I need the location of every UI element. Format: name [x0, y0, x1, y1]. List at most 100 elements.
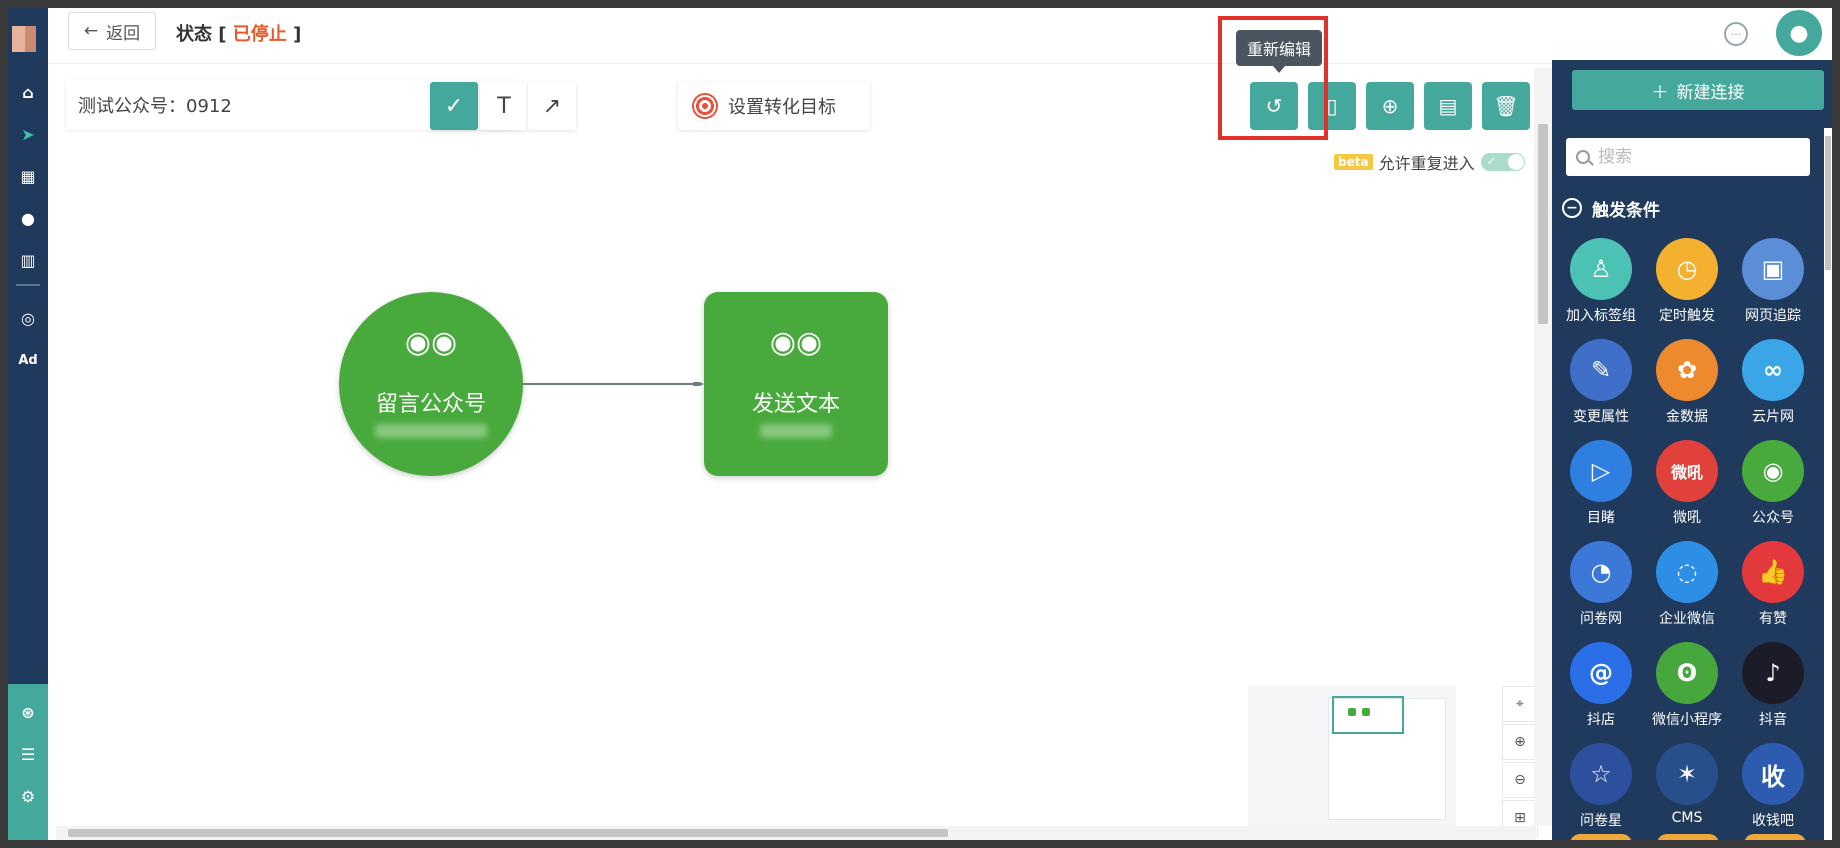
search-input[interactable]: [1598, 147, 1788, 167]
flow-node-action[interactable]: ◉◉ 发送文本: [704, 292, 888, 476]
trigger-label: 问卷星: [1580, 813, 1622, 829]
locate-icon[interactable]: ⌖: [1502, 686, 1538, 722]
clock-icon: ◷: [1656, 238, 1718, 300]
chat-icon[interactable]: ···: [1724, 22, 1748, 46]
trigger-item[interactable]: ◷ 定时触发: [1644, 238, 1730, 325]
user-icon[interactable]: ●: [14, 204, 42, 232]
trigger-item[interactable]: ▷ 目睹: [1558, 440, 1644, 527]
section-trigger-conditions[interactable]: − 触发条件: [1552, 188, 1824, 228]
next-row-partial: [1558, 834, 1818, 840]
trigger-label: 定时触发: [1659, 308, 1715, 324]
confirm-button[interactable]: ✓: [430, 82, 478, 130]
trigger-item[interactable]: ♪ 抖音: [1730, 642, 1816, 729]
trigger-label: 有赞: [1759, 611, 1787, 627]
collapse-icon: −: [1562, 198, 1582, 218]
trigger-label: 变更属性: [1573, 409, 1629, 425]
reentry-setting: beta 允许重复进入 ✓: [1334, 150, 1525, 174]
trigger-item[interactable]: ◉ 公众号: [1730, 440, 1816, 527]
scroll-thumb[interactable]: [1825, 136, 1831, 270]
home-icon[interactable]: ⌂: [14, 78, 42, 106]
trigger-item[interactable]: @ 抖店: [1558, 642, 1644, 729]
wecom-icon: ◌: [1656, 541, 1718, 603]
jinshuju-icon: ✿: [1656, 339, 1718, 401]
arrow-diagonal-icon: ↗: [542, 93, 562, 119]
trigger-label: 抖店: [1587, 712, 1615, 728]
minimap-viewport[interactable]: [1332, 696, 1404, 734]
scroll-thumb[interactable]: [1538, 124, 1548, 324]
scroll-thumb[interactable]: [68, 829, 948, 837]
template-button[interactable]: ▤: [1424, 82, 1472, 130]
beta-badge: beta: [1334, 154, 1373, 170]
trigger-label: 问卷网: [1580, 611, 1622, 627]
trigger-label: 网页追踪: [1745, 308, 1801, 324]
webpage-icon: ▣: [1742, 238, 1804, 300]
user-plus-icon: ♙: [1570, 238, 1632, 300]
trigger-item[interactable]: ◔ 问卷网: [1558, 541, 1644, 628]
check-icon: ✓: [444, 93, 464, 119]
canvas-vertical-scrollbar[interactable]: [1534, 68, 1552, 826]
search-icon: [1576, 150, 1590, 164]
douyin-icon: ♪: [1742, 642, 1804, 704]
set-goal-button[interactable]: 设置转化目标: [678, 82, 870, 130]
server-icon[interactable]: ☰: [14, 740, 42, 768]
panel-search: [1566, 138, 1810, 176]
trash-icon: 🗑: [1493, 94, 1519, 118]
plus-circle-icon: ⊕: [1381, 94, 1399, 118]
add-button[interactable]: ⊕: [1366, 82, 1414, 130]
trigger-item[interactable]: ♙ 加入标签组: [1558, 238, 1644, 325]
canvas-horizontal-scrollbar[interactable]: [56, 826, 1536, 840]
layout-icon[interactable]: ▦: [14, 162, 42, 190]
trigger-item[interactable]: ◌ 企业微信: [1644, 541, 1730, 628]
trigger-item[interactable]: ∞ 云片网: [1730, 339, 1816, 426]
trigger-item[interactable]: ✶ CMS: [1644, 743, 1730, 830]
trigger-label: 加入标签组: [1566, 308, 1636, 324]
logo: [12, 26, 36, 52]
flow-edge[interactable]: [523, 382, 704, 386]
doudian-icon: @: [1570, 642, 1632, 704]
cms-icon: ✶: [1656, 743, 1718, 805]
thumbs-up-icon: 👍: [1742, 541, 1804, 603]
nav-divider: [16, 284, 40, 286]
node-label: 发送文本: [751, 392, 840, 417]
trigger-label: 微吼: [1673, 510, 1701, 526]
node-label: 留言公众号: [375, 392, 486, 417]
avatar[interactable]: ●: [1776, 10, 1822, 56]
gear-icon[interactable]: ⚙: [14, 782, 42, 810]
trigger-item[interactable]: 微吼 微吼: [1644, 440, 1730, 527]
wechat-icon: ◉◉: [769, 325, 823, 360]
app-window: ⌂ ➤ ▦ ● ▥ ◎ Ad ⊛ ☰ ⚙ ← 返回 状态 [ 已停止 ] ···…: [8, 8, 1832, 840]
zoom-out-icon[interactable]: ⊖: [1502, 762, 1538, 798]
ad-icon[interactable]: Ad: [14, 346, 42, 374]
trigger-label: 公众号: [1752, 510, 1794, 526]
trigger-item[interactable]: ☆ 问卷星: [1558, 743, 1644, 830]
trigger-label: 金数据: [1666, 409, 1708, 425]
reentry-label: 允许重复进入: [1378, 154, 1475, 173]
component-panel: ＋ 新建连接 − 触发条件 ♙ 加入标签组 ◷ 定时触发 ▣ 网页追踪 ✎ 变更属性 ✿ 金数据 ∞…: [1552, 60, 1832, 840]
reentry-toggle[interactable]: ✓: [1480, 153, 1525, 171]
trigger-label: 收钱吧: [1752, 813, 1794, 829]
vhall-icon: 微吼: [1656, 440, 1718, 502]
minimap[interactable]: [1248, 686, 1456, 836]
zoom-in-icon[interactable]: ⊕: [1502, 724, 1538, 760]
arrow-tool-button[interactable]: ↗: [528, 82, 576, 130]
trigger-item[interactable]: ʘ 微信小程序: [1644, 642, 1730, 729]
trigger-item[interactable]: ▣ 网页追踪: [1730, 238, 1816, 325]
wechat-nav-icon[interactable]: ◎: [14, 304, 42, 332]
trigger-item[interactable]: ✎ 变更属性: [1558, 339, 1644, 426]
text-tool-button[interactable]: T: [480, 82, 528, 130]
flow-node-trigger[interactable]: ◉◉ 留言公众号: [339, 292, 523, 476]
trigger-item[interactable]: 👍 有赞: [1730, 541, 1816, 628]
status-text: 状态 [ 已停止 ]: [176, 24, 302, 45]
chart-icon[interactable]: ▥: [14, 246, 42, 274]
minimap-nodes: [1348, 708, 1374, 718]
delete-button[interactable]: 🗑: [1482, 82, 1530, 130]
send-icon[interactable]: ➤: [14, 120, 42, 148]
trigger-item[interactable]: ✿ 金数据: [1644, 339, 1730, 426]
trigger-item[interactable]: 收收钱吧: [1730, 743, 1816, 830]
new-connection-button[interactable]: ＋ 新建连接: [1572, 70, 1824, 110]
trigger-label: 目睹: [1587, 510, 1615, 526]
panel-scrollbar[interactable]: [1824, 128, 1832, 840]
integration-icon[interactable]: ⊛: [14, 698, 42, 726]
back-button[interactable]: ← 返回: [68, 12, 156, 50]
yunpian-icon: ∞: [1742, 339, 1804, 401]
